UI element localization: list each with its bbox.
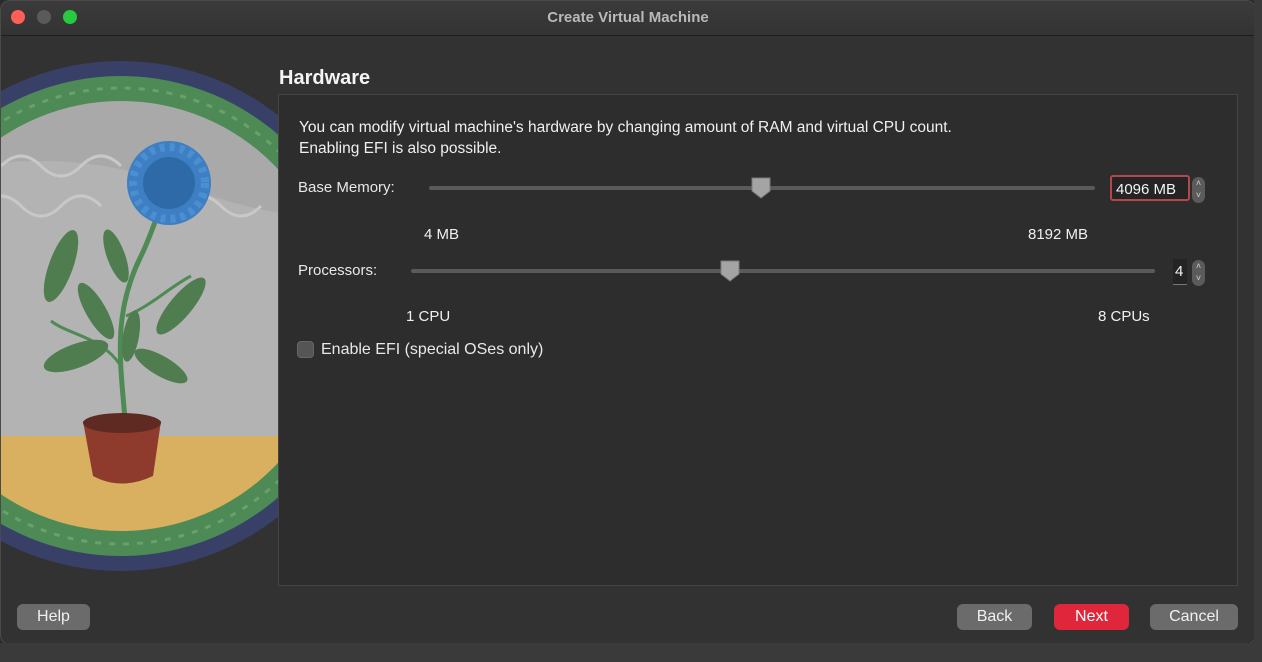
hardware-panel	[278, 94, 1238, 586]
title-bar: Create Virtual Machine	[1, 1, 1255, 36]
description-line-1: You can modify virtual machine's hardwar…	[299, 119, 952, 136]
base-memory-input[interactable]: 4096 MB	[1110, 175, 1190, 201]
processors-slider-track[interactable]	[411, 269, 1155, 273]
page-title: Hardware	[279, 67, 371, 89]
chevron-down-icon[interactable]: ˅	[1192, 189, 1205, 201]
processors-min-label: 1 CPU	[406, 308, 451, 325]
chevron-down-icon[interactable]: ˅	[1192, 272, 1205, 284]
base-memory-slider-thumb[interactable]	[751, 177, 771, 199]
window-title: Create Virtual Machine	[547, 9, 709, 26]
processors-slider-thumb[interactable]	[720, 260, 740, 282]
base-memory-stepper[interactable]: ˄ ˅	[1192, 177, 1205, 203]
chevron-up-icon[interactable]: ˄	[1192, 177, 1205, 189]
description-line-2: Enabling EFI is also possible.	[299, 140, 502, 157]
processors-max-label: 8 CPUs	[1098, 308, 1150, 325]
base-memory-max-label: 8192 MB	[1028, 226, 1089, 243]
page-description: You can modify virtual machine's hardwar…	[299, 117, 1179, 159]
enable-efi-checkbox[interactable]	[297, 341, 314, 358]
processors-input[interactable]: 4	[1173, 259, 1187, 285]
back-button[interactable]: Back	[957, 604, 1032, 630]
processors-stepper[interactable]: ˄ ˅	[1192, 260, 1205, 286]
base-memory-label: Base Memory:	[298, 179, 395, 196]
desktop-background	[0, 643, 1262, 662]
next-button[interactable]: Next	[1054, 604, 1129, 630]
enable-efi-label[interactable]: Enable EFI (special OSes only)	[321, 341, 543, 359]
create-vm-dialog: Create Virtual Machine Hardware You can …	[0, 0, 1256, 645]
base-memory-min-label: 4 MB	[424, 226, 460, 243]
processors-label: Processors:	[298, 262, 378, 279]
chevron-up-icon[interactable]: ˄	[1192, 260, 1205, 272]
help-button[interactable]: Help	[17, 604, 90, 630]
cancel-button[interactable]: Cancel	[1150, 604, 1238, 630]
desktop-background-right	[1254, 0, 1262, 662]
